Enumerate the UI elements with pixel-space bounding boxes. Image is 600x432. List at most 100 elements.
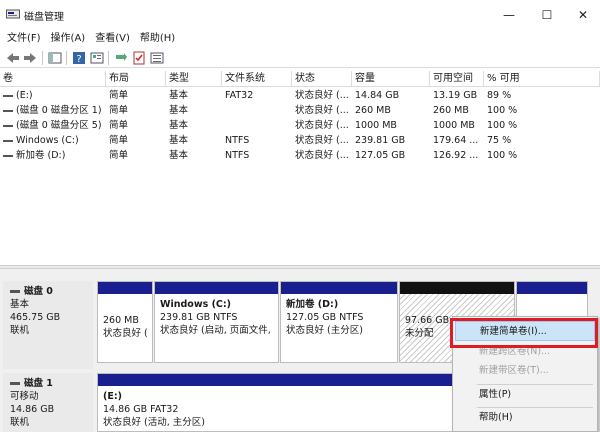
table-row[interactable]: (E:) 简单 基本 FAT32 状态良好 (... 14.84 GB 13.1… <box>0 88 600 103</box>
filesystem-cell: FAT32 <box>225 90 254 101</box>
status-cell: 状态良好 (... <box>295 120 349 131</box>
layout-cell: 简单 <box>109 120 129 131</box>
disk-type: 可移动 <box>10 391 39 402</box>
menu-item-properties[interactable]: 属性(P) <box>455 385 595 405</box>
type-cell: 基本 <box>169 90 189 101</box>
disk-type: 基本 <box>10 299 30 310</box>
list-view-icon[interactable] <box>150 51 164 65</box>
menu-help[interactable]: 帮助(H) <box>135 30 180 48</box>
filesystem-cell: NTFS <box>225 150 250 161</box>
disk-status: 联机 <box>10 417 30 428</box>
partition-status: 状态良好 (主分区) <box>286 325 363 336</box>
menu-action[interactable]: 操作(A) <box>46 30 91 48</box>
partition-windows-c[interactable]: Windows (C:) 239.81 GB NTFS 状态良好 (启动, 页面… <box>154 281 279 363</box>
column-header-capacity[interactable]: 容量 <box>352 71 430 87</box>
table-row[interactable]: (磁盘 0 磁盘分区 5) 简单 基本 状态良好 (... 1000 MB 10… <box>0 118 600 133</box>
window-title: 磁盘管理 <box>24 12 64 23</box>
layout-cell: 简单 <box>109 150 129 161</box>
partition-info: 新加卷 (D:) 127.05 GB NTFS 状态良好 (主分区) <box>286 298 363 337</box>
disk-0-label[interactable]: 磁盘 0 基本 465.75 GB 联机 <box>3 281 93 369</box>
partition-size: 97.66 GB <box>405 315 450 326</box>
filesystem-cell <box>222 103 292 118</box>
maximize-button[interactable]: ☐ <box>530 4 564 26</box>
toolbar-separator <box>66 51 67 65</box>
volume-name: (磁盘 0 磁盘分区 1) <box>16 105 102 116</box>
console-tree-icon[interactable] <box>48 51 62 65</box>
partition-name: (E:) <box>103 391 122 402</box>
menu-item-help[interactable]: 帮助(H) <box>455 408 595 428</box>
free-space-cell: 126.92 ... <box>433 150 479 161</box>
partition-bar <box>281 282 397 294</box>
layout-cell: 简单 <box>109 135 129 146</box>
column-header-status[interactable]: 状态 <box>292 71 352 87</box>
volume-name: Windows (C:) <box>16 135 79 146</box>
partition-bar <box>517 282 587 294</box>
svg-text:?: ? <box>76 54 81 65</box>
partition-size: 127.05 GB NTFS <box>286 312 364 323</box>
toolbar-separator <box>42 51 43 65</box>
column-header-free-space[interactable]: 可用空间 <box>430 71 484 87</box>
disk-management-app-icon <box>6 9 20 19</box>
type-cell: 基本 <box>169 105 189 116</box>
title-bar: 磁盘管理 — ☐ ✕ <box>0 0 600 30</box>
partition-bar <box>400 282 514 294</box>
status-cell: 状态良好 (... <box>295 150 349 161</box>
connect-icon[interactable] <box>114 51 128 65</box>
table-row[interactable]: Windows (C:) 简单 基本 NTFS 状态良好 (... 239.81… <box>0 133 600 148</box>
menu-item-new-striped-volume[interactable]: 新建带区卷(T)... <box>455 361 595 381</box>
volume-cell: Windows (C:) <box>0 133 106 148</box>
partition-bar <box>155 282 278 294</box>
back-arrow-icon[interactable] <box>6 51 20 65</box>
status-cell: 状态良好 (... <box>295 135 349 146</box>
free-space-cell: 179.64 ... <box>433 135 479 146</box>
partition-name: 新加卷 (D:) <box>286 299 339 310</box>
menu-view[interactable]: 查看(V) <box>90 30 135 48</box>
disk-icon <box>10 382 20 385</box>
column-header-filesystem[interactable]: 文件系统 <box>222 71 292 87</box>
partition-info: 260 MB 状态良好 ( <box>103 314 148 340</box>
partition-system-reserved[interactable]: 260 MB 状态良好 ( <box>97 281 153 363</box>
partition-size: 239.81 GB NTFS <box>160 312 238 323</box>
percent-free-cell: 100 % <box>487 120 518 131</box>
column-header-percent-free[interactable]: % 可用 <box>484 71 600 87</box>
status-cell: 状态良好 (... <box>295 90 349 101</box>
minimize-button[interactable]: — <box>492 4 526 26</box>
layout-cell: 简单 <box>109 105 129 116</box>
partition-info: 97.66 GB 未分配 <box>405 314 449 340</box>
help-icon[interactable]: ? <box>72 51 86 65</box>
layout-cell: 简单 <box>109 90 129 101</box>
table-row[interactable]: (磁盘 0 磁盘分区 1) 简单 基本 状态良好 (... 260 MB 260… <box>0 103 600 118</box>
status-cell: 状态良好 (... <box>295 105 349 116</box>
partition-info: (E:) 14.86 GB FAT32 状态良好 (活动, 主分区) <box>103 390 205 429</box>
column-header-layout[interactable]: 布局 <box>106 71 166 87</box>
partition-status: 状态良好 ( <box>103 328 148 339</box>
volume-icon <box>3 109 13 112</box>
column-header-type[interactable]: 类型 <box>166 71 222 87</box>
partition-status: 状态良好 (活动, 主分区) <box>103 417 205 428</box>
percent-free-cell: 75 % <box>487 135 512 146</box>
disk-icon <box>10 290 20 293</box>
volume-icon <box>3 154 13 157</box>
volume-cell: (磁盘 0 磁盘分区 1) <box>0 103 106 118</box>
volume-icon <box>3 124 13 127</box>
volume-cell: (E:) <box>0 88 106 103</box>
close-button[interactable]: ✕ <box>566 4 600 26</box>
disk-size: 465.75 GB <box>10 312 61 323</box>
free-space-cell: 1000 MB <box>433 120 475 131</box>
partition-size: 14.86 GB FAT32 <box>103 404 179 415</box>
properties-icon[interactable] <box>90 51 104 65</box>
partition-new-volume-d[interactable]: 新加卷 (D:) 127.05 GB NTFS 状态良好 (主分区) <box>280 281 398 363</box>
checklist-icon[interactable] <box>132 51 146 65</box>
menu-file[interactable]: 文件(F) <box>0 30 46 48</box>
disk-size: 14.86 GB <box>10 404 55 415</box>
disk-1-label[interactable]: 磁盘 1 可移动 14.86 GB 联机 <box>3 373 93 432</box>
filesystem-cell <box>222 118 292 133</box>
percent-free-cell: 100 % <box>487 105 518 116</box>
table-row[interactable]: 新加卷 (D:) 简单 基本 NTFS 状态良好 (... 127.05 GB … <box>0 148 600 163</box>
toolbar: ? <box>0 48 600 68</box>
column-header-volume[interactable]: 卷 <box>0 71 106 87</box>
volume-icon <box>3 94 13 97</box>
partition-info: Windows (C:) 239.81 GB NTFS 状态良好 (启动, 页面… <box>160 298 271 337</box>
forward-arrow-icon[interactable] <box>23 51 37 65</box>
type-cell: 基本 <box>169 150 189 161</box>
